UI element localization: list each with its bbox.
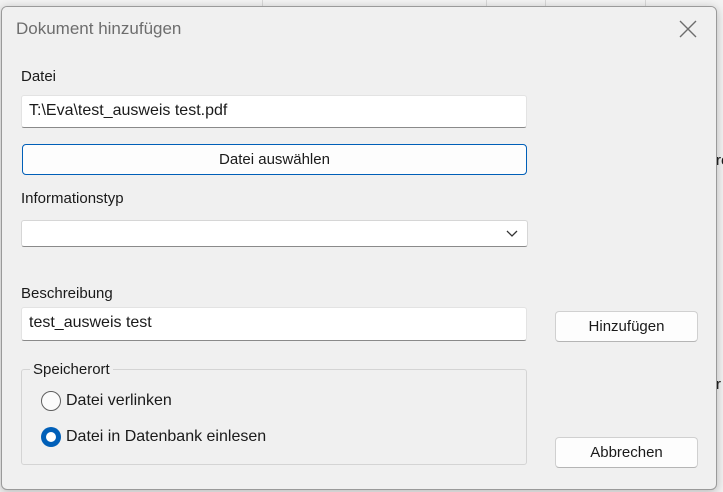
add-button[interactable]: Hinzufügen (555, 311, 698, 342)
close-button[interactable] (670, 13, 706, 45)
description-field[interactable]: test_ausweis test (21, 307, 527, 341)
storage-location-legend: Speicherort (30, 361, 113, 378)
radio-button-checked[interactable] (41, 427, 61, 447)
file-label: Datei (21, 68, 57, 85)
chevron-down-icon (506, 230, 518, 237)
radio-import-into-database[interactable]: Datei in Datenbank einlesen (41, 427, 266, 447)
close-icon (679, 20, 697, 38)
cancel-button[interactable]: Abbrechen (555, 437, 698, 468)
dialog-titlebar: Dokument hinzufügen (2, 7, 716, 51)
info-type-select[interactable] (21, 220, 528, 247)
add-document-dialog: Dokument hinzufügen Datei T:\Eva\test_au… (1, 6, 717, 490)
info-type-label: Informationstyp (21, 190, 124, 207)
choose-file-button[interactable]: Datei auswählen (22, 144, 527, 175)
radio-link-file[interactable]: Datei verlinken (41, 391, 172, 411)
radio-button-unchecked[interactable] (41, 391, 61, 411)
file-path-field[interactable]: T:\Eva\test_ausweis test.pdf (21, 95, 527, 128)
radio-label: Datei verlinken (66, 392, 172, 409)
radio-label: Datei in Datenbank einlesen (66, 428, 267, 445)
background-text-fragment: re (716, 152, 723, 169)
description-label: Beschreibung (21, 285, 113, 302)
dialog-title: Dokument hinzufügen (16, 19, 182, 38)
storage-location-group: Speicherort Datei verlinken Datei in Dat… (21, 361, 527, 465)
